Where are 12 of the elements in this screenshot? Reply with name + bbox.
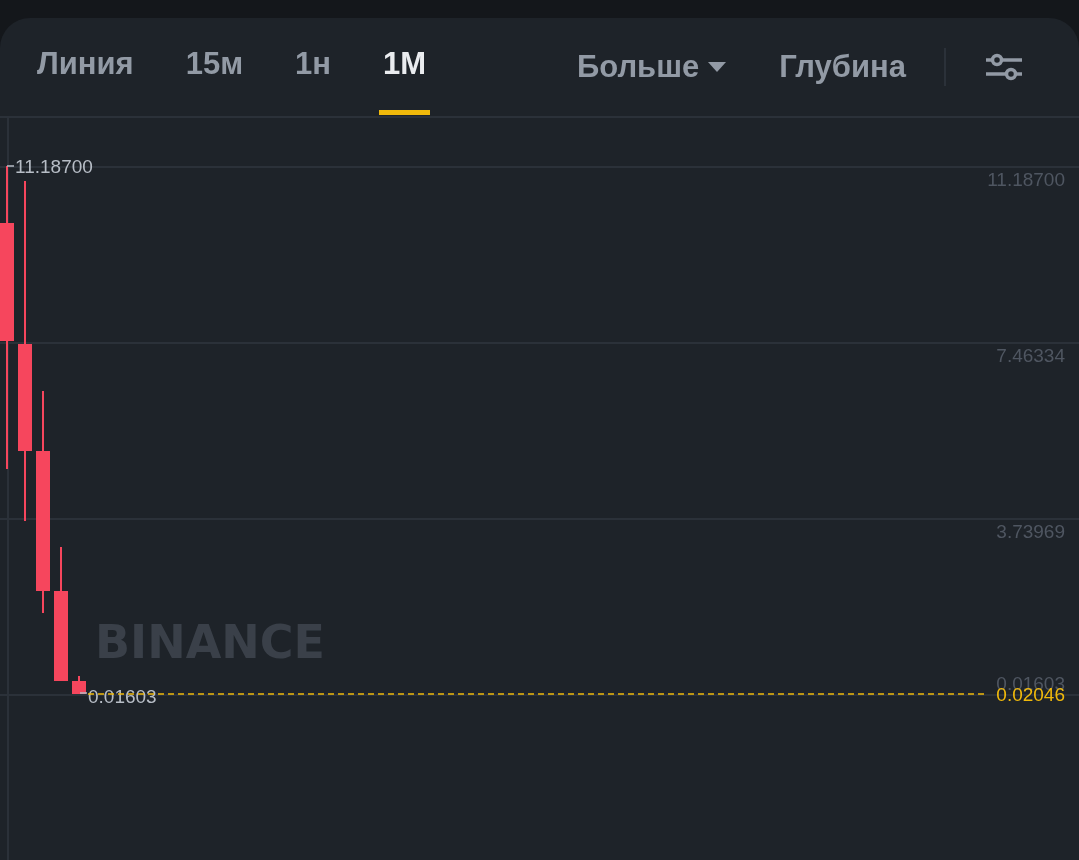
caret-icon [707, 61, 728, 73]
y-axis-label: 3.73969 [996, 521, 1065, 542]
y-axis-label: 11.18700 [987, 169, 1065, 190]
settings-icon[interactable] [984, 52, 1024, 82]
more-dropdown[interactable]: Больше [577, 49, 728, 85]
timeframe-tab[interactable]: 15м [181, 18, 248, 115]
timeframe-tab[interactable]: Линия [33, 18, 138, 115]
y-axis-label: 7.46334 [996, 345, 1065, 366]
timeframe-tab[interactable]: 1н [291, 18, 336, 115]
timeframe-tab[interactable]: 1М [379, 18, 431, 115]
depth-tab[interactable]: Глубина [779, 49, 906, 85]
candle [72, 675, 86, 695]
